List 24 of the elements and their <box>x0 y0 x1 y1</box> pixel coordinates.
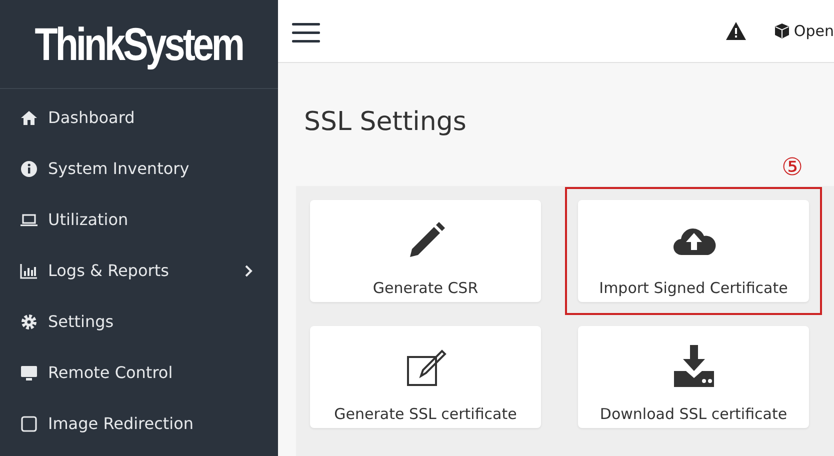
sidebar-item[interactable]: Utilization <box>0 194 278 245</box>
action-card[interactable]: Generate SSL certificate <box>310 326 541 428</box>
square-icon <box>20 414 38 432</box>
menu-icon[interactable] <box>292 20 322 42</box>
sidebar-item[interactable]: Logs & Reports <box>0 245 278 296</box>
home-icon <box>20 108 38 126</box>
action-card[interactable]: Generate CSR <box>310 200 541 302</box>
page-title: SSL Settings <box>304 107 468 138</box>
sidebar-item[interactable]: Image Redirection <box>0 398 278 449</box>
sidebar-item[interactable]: Settings <box>0 296 278 347</box>
monitor-icon <box>20 364 38 382</box>
sidebar-item[interactable]: Dashboard <box>0 92 278 143</box>
sidebar-item[interactable]: Remote Control <box>0 347 278 398</box>
callout-number: ⑤ <box>781 155 803 180</box>
bar-chart-icon <box>20 262 38 280</box>
sidebar-item[interactable]: System Inventory <box>0 143 278 194</box>
warning-icon[interactable] <box>726 22 746 40</box>
open-link[interactable]: Open <box>774 20 834 42</box>
settings-icon <box>20 312 38 330</box>
info-icon <box>20 160 38 178</box>
cube-icon <box>774 23 790 39</box>
action-card[interactable]: Import Signed Certificate <box>578 200 809 302</box>
action-card[interactable]: Download SSL certificate <box>578 326 809 428</box>
logo: ThinkSystem <box>35 21 243 67</box>
